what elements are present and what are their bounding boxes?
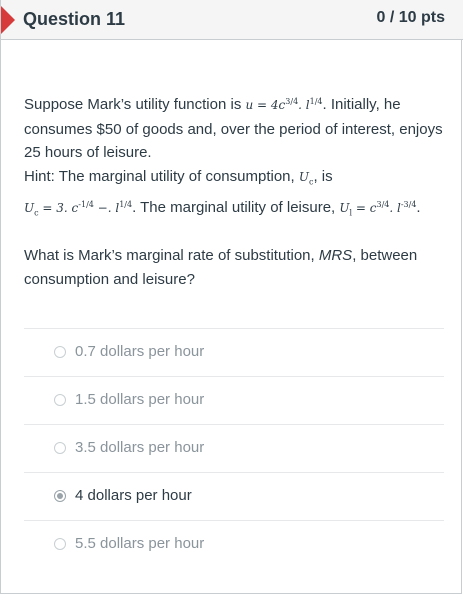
answer-option[interactable]: 3.5 dollars per hour bbox=[24, 424, 444, 472]
uc-symbol: Uc bbox=[298, 169, 314, 186]
answer-label: 4 dollars per hour bbox=[75, 487, 192, 504]
answer-option-selected[interactable]: 4 dollars per hour bbox=[24, 472, 444, 520]
question-text: Suppose Mark’s utility function is u = 4… bbox=[24, 90, 444, 225]
ul-formula: Ul = c3/4. l-3/4 bbox=[339, 200, 417, 218]
hint-text: . bbox=[416, 199, 421, 217]
flag-icon bbox=[1, 6, 15, 34]
radio-button[interactable] bbox=[54, 346, 66, 358]
answer-label: 3.5 dollars per hour bbox=[75, 439, 205, 456]
radio-button-checked[interactable] bbox=[54, 490, 66, 502]
answer-option[interactable]: 0.7 dollars per hour bbox=[24, 328, 444, 376]
answer-label: 1.5 dollars per hour bbox=[75, 391, 205, 408]
question-title: Question 11 bbox=[23, 9, 126, 29]
hint-text: . The marginal utility of leisure, bbox=[132, 199, 340, 217]
question-prompt: What is Mark’s marginal rate of substitu… bbox=[24, 247, 418, 288]
uc-formula: Uc = 3. c-1/4 −. l1/4 bbox=[24, 200, 133, 218]
utility-formula: u = 4c3/4. l1/4 bbox=[245, 97, 323, 112]
answer-label: 0.7 dollars per hour bbox=[75, 343, 205, 360]
radio-button[interactable] bbox=[54, 538, 66, 550]
question-card: Question 11 0 / 10 pts Suppose Mark’s ut… bbox=[0, 0, 463, 594]
answer-option[interactable]: 5.5 dollars per hour bbox=[24, 520, 444, 568]
hint-text: , is bbox=[313, 167, 333, 185]
points-score: 0 / 10 pts bbox=[376, 9, 445, 26]
question-text-part: Suppose Mark’s utility function is bbox=[24, 96, 246, 113]
radio-button[interactable] bbox=[54, 442, 66, 454]
radio-button[interactable] bbox=[54, 394, 66, 406]
answer-list: 0.7 dollars per hour 1.5 dollars per hou… bbox=[24, 328, 444, 568]
hint-text: Hint: The marginal utility of consumptio… bbox=[24, 167, 299, 185]
question-header: Question 11 0 / 10 pts bbox=[1, 0, 463, 40]
answer-label: 5.5 dollars per hour bbox=[75, 535, 205, 552]
answer-option[interactable]: 1.5 dollars per hour bbox=[24, 376, 444, 424]
